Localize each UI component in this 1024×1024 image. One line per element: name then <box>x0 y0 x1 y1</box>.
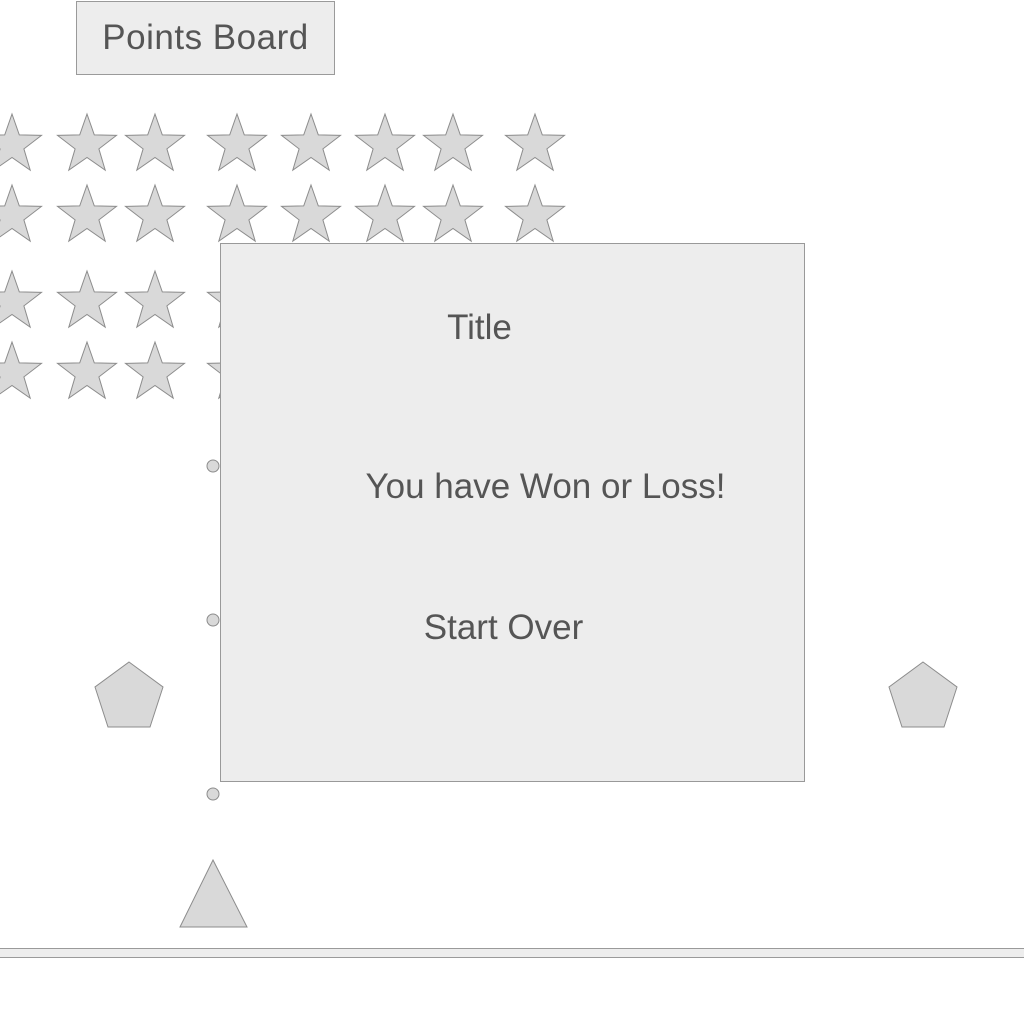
game-over-dialog: Title You have Won or Loss! Start Over <box>220 243 805 782</box>
brick-star-icon <box>0 340 43 400</box>
brick-star-icon <box>354 183 416 243</box>
dialog-title: Title <box>447 308 512 347</box>
brick-star-icon <box>56 340 118 400</box>
brick-star-icon <box>504 112 566 172</box>
brick-star-icon <box>422 183 484 243</box>
brick-star-icon <box>56 112 118 172</box>
ball-icon <box>206 787 220 801</box>
paddle-triangle-icon[interactable] <box>179 858 248 928</box>
brick-star-icon <box>124 112 186 172</box>
brick-star-icon <box>280 112 342 172</box>
ball-trail-dot <box>206 459 220 473</box>
brick-star-icon <box>280 183 342 243</box>
brick-star-icon <box>124 269 186 329</box>
brick-star-icon <box>206 183 268 243</box>
left-bumper-pentagon-icon <box>94 661 164 728</box>
ground-bar <box>0 948 1024 958</box>
dialog-message: You have Won or Loss! <box>365 467 726 506</box>
brick-star-icon <box>354 112 416 172</box>
right-bumper-pentagon-icon <box>888 661 958 728</box>
brick-star-icon <box>0 269 43 329</box>
brick-star-icon <box>124 183 186 243</box>
brick-star-icon <box>0 183 43 243</box>
brick-star-icon <box>56 183 118 243</box>
brick-star-icon <box>422 112 484 172</box>
brick-star-icon <box>504 183 566 243</box>
brick-star-icon <box>56 269 118 329</box>
brick-star-icon <box>124 340 186 400</box>
start-over-button[interactable]: Start Over <box>411 604 596 652</box>
ball-trail-dot <box>206 613 220 627</box>
brick-star-icon <box>0 112 43 172</box>
brick-star-icon <box>206 112 268 172</box>
game-stage: Points Board Title You have Won or Loss!… <box>0 0 1024 1024</box>
